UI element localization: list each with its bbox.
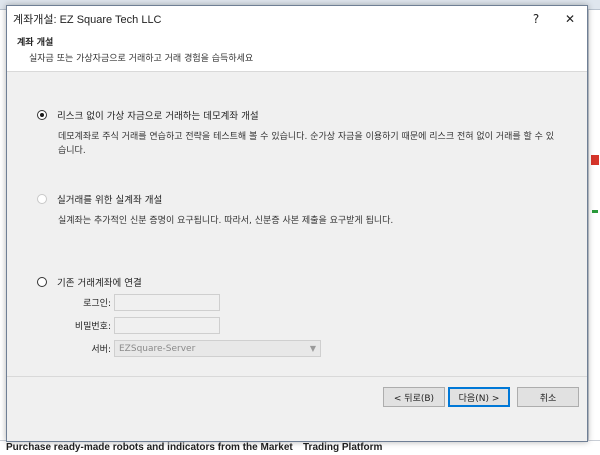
option-demo-description: 데모계좌로 주식 거래를 연습하고 전략을 테스트해 볼 수 있습니다. 순가상…	[58, 132, 555, 156]
platform-text: Trading Platform	[303, 442, 383, 453]
option-demo-label[interactable]: 리스크 없이 가상 자금으로 거래하는 데모계좌 개설	[57, 108, 259, 122]
market-promo-text[interactable]: Purchase ready-made robots and indicator…	[6, 442, 293, 453]
option-real: 실거래를 위한 실계좌 개설 실계좌는 추가적인 신분 증명이 요구됩니다. 따…	[37, 192, 557, 228]
option-existing-label[interactable]: 기존 거래계좌에 연결	[57, 275, 142, 289]
close-icon[interactable]: ✕	[559, 10, 581, 28]
login-label: 로그인:	[83, 299, 111, 309]
password-label: 비밀번호:	[74, 322, 111, 332]
cancel-button[interactable]: 취소	[517, 387, 579, 407]
help-icon[interactable]: ?	[525, 10, 547, 28]
header-title: 계좌 개설	[17, 38, 54, 48]
header-subtitle: 실자금 또는 가상자금으로 거래하고 거래 경험을 습득하세요	[29, 54, 254, 64]
login-input[interactable]	[114, 294, 220, 311]
price-marker-green	[592, 210, 598, 213]
dialog-title: 계좌개설: EZ Square Tech LLC	[13, 14, 162, 26]
back-button[interactable]: < 뒤로(B)	[383, 387, 445, 407]
password-input[interactable]	[114, 317, 220, 334]
server-select[interactable]: EZSquare-Server ▼	[114, 340, 321, 357]
next-button[interactable]: 다음(N) >	[448, 387, 510, 407]
option-real-label[interactable]: 실거래를 위한 실계좌 개설	[57, 192, 162, 206]
dialog-footer: < 뒤로(B) 다음(N) > 취소	[7, 376, 587, 441]
option-real-description: 실계좌는 추가적인 신분 증명이 요구됩니다. 따라서, 신분증 사본 제출을 …	[58, 216, 394, 226]
radio-existing-account[interactable]	[37, 277, 47, 287]
radio-real-account[interactable]	[37, 194, 47, 204]
login-row: 로그인:	[34, 294, 220, 311]
background-right-panel	[588, 10, 600, 455]
password-row: 비밀번호:	[34, 317, 220, 334]
open-account-dialog: 계좌개설: EZ Square Tech LLC ? ✕ 계좌 개설 실자금 또…	[6, 5, 588, 442]
option-existing: 기존 거래계좌에 연결	[37, 275, 142, 289]
dialog-header: 계좌 개설 실자금 또는 가상자금으로 거래하고 거래 경험을 습득하세요	[7, 32, 587, 72]
price-marker-red	[591, 155, 599, 165]
server-label: 서버:	[91, 345, 111, 355]
option-demo: 리스크 없이 가상 자금으로 거래하는 데모계좌 개설 데모계좌로 주식 거래를…	[37, 108, 557, 158]
dialog-titlebar: 계좌개설: EZ Square Tech LLC ? ✕	[7, 6, 587, 32]
background-status-strip: Purchase ready-made robots and indicator…	[0, 440, 600, 455]
chevron-down-icon: ▼	[309, 344, 316, 353]
server-row: 서버: EZSquare-Server ▼	[34, 340, 321, 357]
dialog-content: 리스크 없이 가상 자금으로 거래하는 데모계좌 개설 데모계좌로 주식 거래를…	[7, 72, 587, 376]
radio-demo-account[interactable]	[37, 110, 47, 120]
server-selected-value: EZSquare-Server	[119, 343, 196, 354]
